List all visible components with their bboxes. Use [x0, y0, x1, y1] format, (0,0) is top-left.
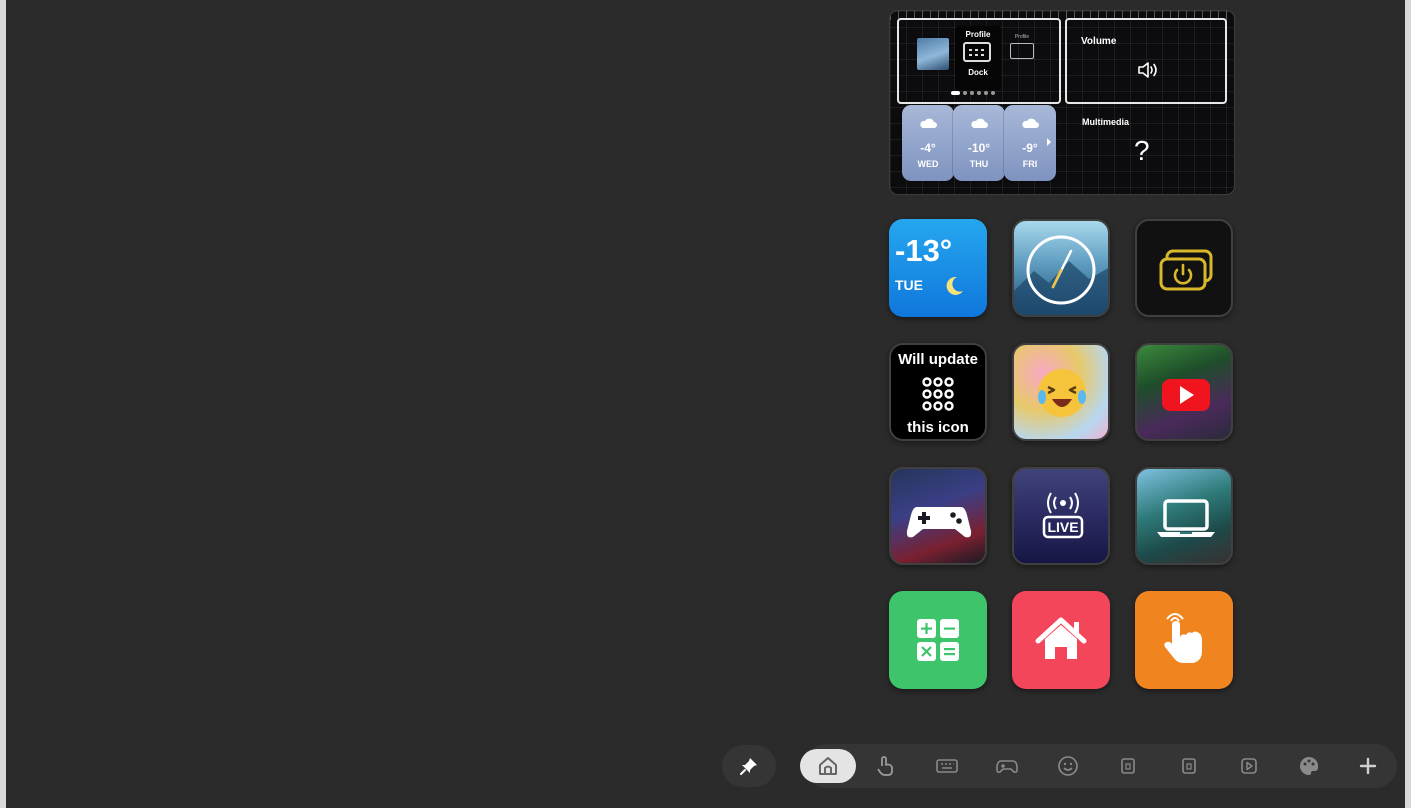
profile-thumbnail-next[interactable]: Profile [1007, 34, 1037, 74]
moon-icon [946, 276, 963, 295]
forecast-day: WED [917, 159, 939, 169]
pin-icon [740, 758, 757, 775]
page-icon [1121, 758, 1135, 774]
gaming-app-tile[interactable] [889, 467, 987, 565]
weather-app-tile[interactable]: -13° TUE [889, 219, 987, 317]
page-icon [1182, 758, 1196, 774]
page-dot[interactable] [991, 91, 995, 95]
forecast-widget[interactable]: -4° WED -10° THU -9° FRI [902, 105, 1056, 181]
laughing-emoji-icon [1038, 369, 1086, 417]
placeholder-app-tile[interactable]: Will update this icon [889, 343, 987, 441]
dock-item-keyboard[interactable] [930, 750, 964, 782]
cloud-icon [920, 118, 937, 128]
forecast-temp: -4° [920, 141, 936, 155]
page-dot[interactable] [951, 91, 960, 95]
broadcast-icon [1042, 492, 1084, 539]
profile-bottom-label: Dock [968, 68, 988, 77]
placeholder-text-bottom: this icon [907, 419, 969, 436]
gamepad-icon [996, 760, 1018, 774]
page-dot[interactable] [970, 91, 974, 95]
page-dot[interactable] [977, 91, 981, 95]
hand-pointer-icon [1164, 613, 1202, 663]
keyboard-icon [1010, 43, 1034, 59]
pin-button[interactable] [722, 745, 776, 787]
forecast-temp: -10° [967, 141, 991, 155]
page-dot[interactable] [984, 91, 988, 95]
compass-icon [1014, 235, 1108, 315]
profile-thumbnail-desk[interactable] [917, 38, 949, 70]
laptop-icon [1157, 499, 1215, 537]
page-dot[interactable] [963, 91, 967, 95]
current-day: TUE [895, 277, 923, 293]
profile-next-label: Profile [1014, 34, 1030, 40]
gamepad-icon [906, 507, 972, 538]
profile-switcher-widget[interactable]: Profile Dock Profile [897, 18, 1061, 104]
dock-item-add[interactable] [1351, 750, 1385, 782]
forecast-day-wed: -4° WED [902, 105, 954, 181]
keyboard-icon [963, 42, 991, 62]
laptop-app-tile[interactable] [1135, 467, 1233, 565]
house-icon [1035, 617, 1087, 659]
palette-icon [1300, 756, 1319, 775]
dock-item-page-1[interactable] [1111, 750, 1145, 782]
dock-item-gamepad[interactable] [990, 750, 1024, 782]
touch-app-tile[interactable] [1135, 591, 1233, 689]
speaker-icon [1138, 62, 1157, 78]
cloud-icon [971, 118, 988, 128]
emoji-icon [1058, 756, 1078, 776]
dock-item-play[interactable] [1232, 750, 1266, 782]
touch-icon [877, 756, 893, 776]
live-badge: LIVE [1047, 519, 1079, 535]
emoji-app-tile[interactable] [1012, 343, 1110, 441]
dock-item-emoji[interactable] [1051, 750, 1085, 782]
power-icon [1159, 249, 1213, 291]
profile-thumbnail-dock[interactable]: Profile Dock [955, 26, 1001, 90]
page-dots[interactable] [951, 90, 995, 96]
calculator-app-tile[interactable] [889, 591, 987, 689]
live-app-tile[interactable]: LIVE [1012, 467, 1110, 565]
dock-item-palette[interactable] [1292, 750, 1326, 782]
volume-widget[interactable]: Volume [1065, 18, 1227, 104]
dock-item-touch[interactable] [868, 750, 902, 782]
power-app-tile[interactable] [1135, 219, 1233, 317]
screen-edge-left [0, 0, 6, 808]
play-icon [1241, 758, 1257, 774]
widget-panel: Profile Dock Profile Volume -4° WED -10°… [889, 10, 1235, 195]
grid-icon [922, 377, 954, 411]
multimedia-unknown[interactable]: ? [1134, 135, 1150, 167]
forecast-day: THU [969, 159, 989, 169]
keyboard-icon [936, 759, 958, 773]
forecast-next-arrow-icon[interactable] [1047, 138, 1051, 146]
profile-top-label: Profile [965, 30, 991, 39]
multimedia-title: Multimedia [1082, 117, 1130, 127]
plus-icon [1359, 757, 1377, 775]
youtube-icon [1162, 379, 1210, 411]
screen-edge-right [1405, 0, 1411, 808]
placeholder-text-top: Will update [898, 351, 978, 368]
forecast-day-thu: -10° THU [953, 105, 1005, 181]
current-temp: -13° [895, 233, 953, 268]
dock-item-page-2[interactable] [1172, 750, 1206, 782]
home-icon [819, 757, 837, 775]
volume-title: Volume [1081, 36, 1117, 47]
cloud-icon [1022, 118, 1039, 128]
calculator-icon [917, 619, 959, 661]
youtube-app-tile[interactable] [1135, 343, 1233, 441]
dock-item-home[interactable] [800, 749, 856, 783]
browser-app-tile[interactable] [1012, 219, 1110, 317]
forecast-day: FRI [1022, 159, 1038, 169]
home-app-tile[interactable] [1012, 591, 1110, 689]
